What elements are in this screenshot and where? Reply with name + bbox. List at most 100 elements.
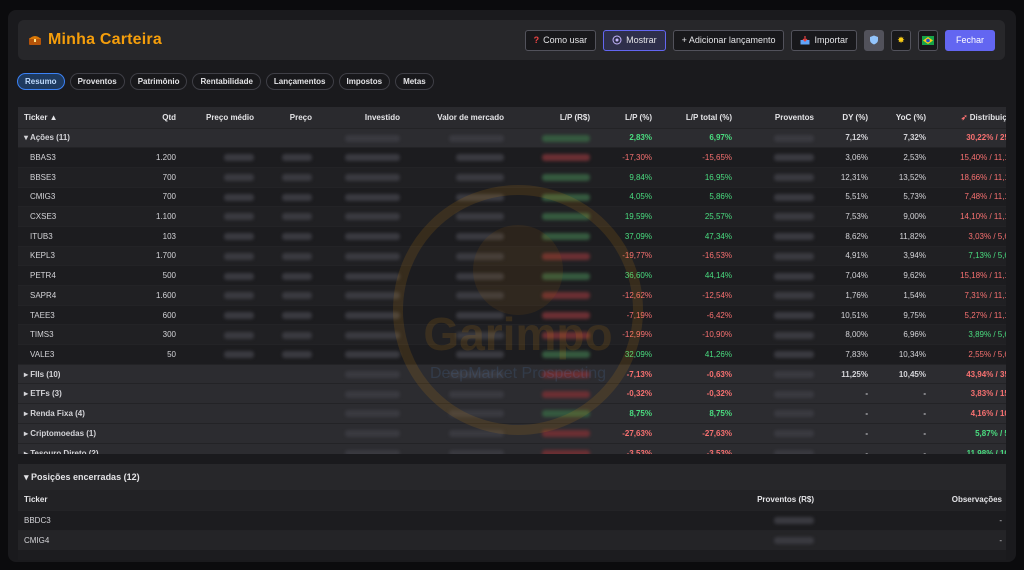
hidden-value [224,252,254,260]
tab-lancamentos[interactable]: Lançamentos [265,73,334,90]
hidden-value [456,252,504,260]
col-market-value[interactable]: Valor de mercado [404,107,508,128]
hidden-value [542,134,590,142]
col-qtd[interactable]: Qtd [126,107,180,128]
hidden-value [345,430,400,438]
dy-cell: 5,51% [818,186,872,207]
dy-cell: 8,62% [818,225,872,247]
table-row[interactable]: BBSE3 700 9,84% 16,95% 12,31% 13,52% 18,66% / … [18,166,1006,188]
group-row[interactable]: ▸ Tesouro Direto (2) -3,53% -3,53% - -11,98%… [18,442,1006,454]
group-row[interactable]: ▸ ETFs (3)-0,32%-0,32%--3,83% / 15% [18,383,1006,404]
hidden-value [774,134,814,142]
show-values-button[interactable]: Mostrar [603,29,666,51]
closed-col-ticker[interactable]: Ticker [18,490,618,510]
col-dy[interactable]: DY (%) [818,107,872,128]
portfolio-table: Ticker ▲ Qtd Preço médio Preço Investido… [18,107,1006,454]
import-button[interactable]: Importar [791,29,857,51]
distribution-cell: 5,27% / 11,1% [930,304,1006,325]
pl-total-cell: -6,42% [656,304,736,325]
tab-rentabilidade[interactable]: Rentabilidade [192,73,261,90]
group-name: ▸ Tesouro Direto (2) [18,442,126,454]
distribution-cell: 7,48% / 11,1% [930,186,1006,207]
pl-pct-cell: 4,05% [594,186,656,207]
brazil-flag-icon [921,35,934,45]
hidden-value [542,351,590,359]
table-row[interactable]: SAPR4 1.600 -12,62% -12,54% 1,76% 1,54% 7,31% … [18,285,1006,306]
hidden-value [542,233,590,241]
closed-col-dividends[interactable]: Proventos (R$) [618,490,818,510]
distribution-cell: 3,03% / 5,6% [930,225,1006,247]
col-yoc[interactable]: YoC (%) [872,107,930,128]
distribution-cell: 4,16% / 10% [930,403,1006,424]
hidden-value [345,233,400,241]
hidden-value [542,272,590,280]
how-to-button[interactable]: ? Como usar [524,29,597,51]
group-row[interactable]: ▸ Criptomoedas (1) -27,63% -27,63% - -5,87% … [18,422,1006,443]
hidden-value [542,331,590,339]
table-row[interactable]: KEPL3 1.700 -19,77% -16,53% 4,91% 3,94% 7,13% … [18,245,1006,266]
tab-impostos[interactable]: Impostos [338,73,391,90]
ticker-cell: PETR4 [18,265,126,286]
table-row[interactable]: CMIG3700 4,05%5,86% 5,51%5,73%7,48% / 11,1… [18,186,1006,207]
ticker-cell: BBSE3 [18,166,126,188]
hidden-value [282,252,312,260]
col-distribution[interactable]: ➶ Distribuição [930,107,1006,128]
col-pl-total[interactable]: L/P total (%) [656,107,736,128]
yoc-cell: 1,54% [872,285,930,306]
theme-icon-button[interactable] [863,29,884,51]
closed-row[interactable]: BBDC3 - [18,509,1006,530]
language-button[interactable] [917,29,938,51]
dy-cell: 3,06% [818,147,872,168]
hidden-value [542,390,590,398]
close-button[interactable]: Fechar [944,29,995,51]
table-row[interactable]: VALE3 50 32,09% 41,26% 7,83% 10,34% 2,55% / 5,… [18,344,1006,365]
group-row[interactable]: ▸ Renda Fixa (4)8,75%8,75%--4,16% / 10% [18,403,1006,424]
table-row[interactable]: BBAS3 1.200 -17,30% -15,65% 3,06% 2,53% 15,40%… [18,147,1006,168]
hidden-value [449,134,504,142]
table-row[interactable]: TAEE3 600 -7,19% -6,42% 10,51% 9,75% 5,27% / 1… [18,304,1006,325]
col-dividends[interactable]: Proventos [736,107,818,128]
table-row[interactable]: PETR4 500 36,60% 44,14% 7,04% 9,62% 15,18% / 1… [18,265,1006,286]
ticker-cell: CXSE3 [18,206,126,227]
light-mode-button[interactable]: ✸ [890,29,911,51]
qtd-cell: 300 [126,324,180,345]
group-row[interactable]: ▸ FIIs (10) -7,13% -0,63% 11,25% 10,45% 43,94… [18,363,1006,384]
col-pl-value[interactable]: L/P (R$) [508,107,594,128]
add-entry-button[interactable]: + Adicionar lançamento [672,29,785,51]
tab-proventos[interactable]: Proventos [69,73,125,90]
hidden-value [774,311,814,319]
dy-cell: 7,83% [818,344,872,365]
group-row-acoes[interactable]: ▾ Ações (11) 2,83% 6,97% 7,12% 7,32% 30,… [18,127,1006,148]
hidden-value [774,370,814,378]
hidden-value [774,430,814,438]
pl-total-cell: 47,34% [656,225,736,247]
col-invested[interactable]: Investido [316,107,404,128]
table-row[interactable]: CXSE3 1.100 19,59% 25,57% 7,53% 9,00% 14,10% /… [18,206,1006,227]
table-row[interactable]: ITUB3 103 37,09% 47,34% 8,62% 11,82% 3,03% / 5… [18,225,1006,247]
hidden-value [224,193,254,201]
table-row[interactable]: TIMS3 300 -12,99% -10,90% 8,00% 6,96% 3,89% / … [18,324,1006,345]
qtd-cell: 103 [126,225,180,247]
yoc-cell: 10,34% [872,344,930,365]
hidden-value [224,311,254,319]
tab-resumo[interactable]: Resumo [17,73,65,90]
col-pl-pct[interactable]: L/P (%) [594,107,656,128]
tab-metas[interactable]: Metas [395,73,434,90]
closed-positions-toggle[interactable]: ▾ Posições encerradas (12) [18,464,1006,490]
hidden-value [456,213,504,221]
hidden-value [224,174,254,182]
qtd-cell: 700 [126,186,180,207]
col-avg-price[interactable]: Preço médio [180,107,258,128]
pl-total-cell: -12,54% [656,285,736,306]
brand: Minha Carteira [28,31,525,49]
hidden-value [774,390,814,398]
col-price[interactable]: Preço [258,107,316,128]
qtd-cell: 600 [126,304,180,325]
col-ticker[interactable]: Ticker ▲ [18,107,126,128]
yoc-cell: - [872,422,930,443]
pl-total-cell: -0,63% [656,363,736,384]
pl-pct-cell: -17,30% [594,147,656,168]
closed-col-notes[interactable]: Observações [818,490,1006,510]
tab-patrimonio[interactable]: Patrimônio [129,73,188,90]
closed-row[interactable]: CMIG4 - [18,529,1006,550]
